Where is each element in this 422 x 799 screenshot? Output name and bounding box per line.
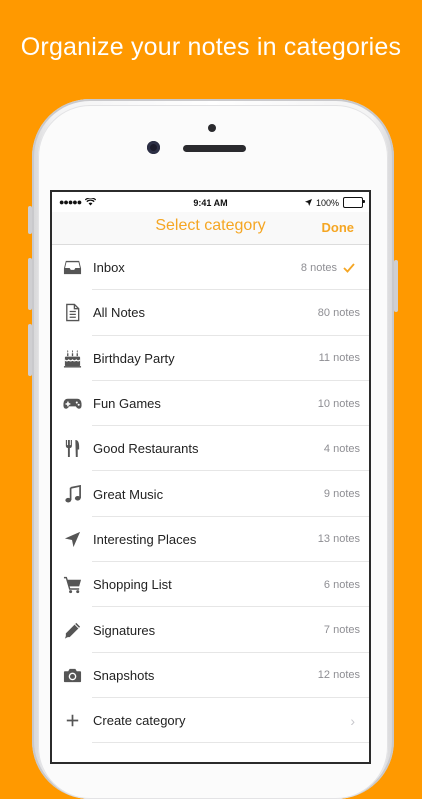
category-count: 6 notes bbox=[323, 578, 360, 591]
category-row-all-notes[interactable]: All Notes 80 notes bbox=[52, 290, 369, 336]
phone-volume-down-button bbox=[28, 324, 32, 376]
chevron-right-icon: › bbox=[350, 712, 355, 729]
category-row-signatures[interactable]: Signatures 7 notes bbox=[52, 607, 369, 653]
status-bar: ●●●●● 9:41 AM 100% bbox=[52, 192, 369, 212]
category-label: Shopping List bbox=[93, 577, 172, 593]
gamepad-icon bbox=[62, 398, 82, 409]
category-count: 10 notes bbox=[317, 397, 360, 410]
category-count: 13 notes bbox=[317, 533, 360, 546]
inbox-icon bbox=[63, 260, 81, 275]
location-arrow-icon bbox=[64, 531, 80, 548]
category-row-shopping-list[interactable]: Shopping List 6 notes bbox=[52, 562, 369, 608]
proximity-sensor bbox=[208, 124, 216, 132]
done-button[interactable]: Done bbox=[322, 220, 355, 235]
status-right: 100% bbox=[304, 197, 365, 208]
front-camera bbox=[147, 141, 160, 154]
category-label: Interesting Places bbox=[93, 531, 197, 547]
fork-knife-icon bbox=[65, 440, 79, 458]
category-count: 8 notes bbox=[300, 261, 337, 274]
location-icon bbox=[304, 199, 312, 206]
phone-volume-up-button bbox=[28, 258, 32, 310]
category-label: Fun Games bbox=[93, 396, 161, 412]
plus-icon bbox=[66, 714, 78, 727]
cake-icon bbox=[63, 349, 81, 368]
category-count: 9 notes bbox=[323, 488, 360, 501]
headline: Organize your notes in categories bbox=[20, 33, 402, 61]
category-row-good-restaurants[interactable]: Good Restaurants 4 notes bbox=[52, 426, 369, 472]
earpiece-speaker bbox=[183, 145, 246, 152]
category-label: Snapshots bbox=[93, 667, 155, 683]
battery-icon bbox=[343, 197, 365, 208]
music-note-icon bbox=[64, 484, 81, 503]
category-row-inbox[interactable]: Inbox 8 notes bbox=[52, 245, 369, 291]
navigation-bar: Select category Done bbox=[52, 212, 369, 245]
category-count: 11 notes bbox=[318, 352, 360, 365]
battery-percent: 100% bbox=[315, 197, 339, 208]
camera-icon bbox=[63, 668, 81, 682]
category-row-snapshots[interactable]: Snapshots 12 notes bbox=[52, 653, 369, 699]
phone-side-button bbox=[28, 206, 32, 234]
category-row-fun-games[interactable]: Fun Games 10 notes bbox=[52, 381, 369, 427]
category-count: 4 notes bbox=[323, 442, 360, 455]
category-label: Good Restaurants bbox=[93, 441, 199, 457]
document-icon bbox=[65, 304, 79, 322]
category-list: Inbox 8 notes All Notes 80 notes Birthda… bbox=[52, 245, 369, 744]
create-category-row[interactable]: Create category › bbox=[52, 698, 369, 744]
phone-power-button bbox=[394, 260, 398, 312]
category-label: All Notes bbox=[93, 305, 146, 321]
category-label: Signatures bbox=[93, 622, 156, 638]
category-row-great-music[interactable]: Great Music 9 notes bbox=[52, 471, 369, 518]
category-count: 12 notes bbox=[317, 669, 360, 682]
category-row-interesting-places[interactable]: Interesting Places 13 notes bbox=[52, 517, 369, 563]
phone-screen: ●●●●● 9:41 AM 100% Select category Done bbox=[52, 192, 369, 762]
category-label: Great Music bbox=[93, 486, 164, 502]
category-row-birthday-party[interactable]: Birthday Party 11 notes bbox=[52, 336, 369, 382]
category-count: 80 notes bbox=[317, 306, 360, 319]
create-category-label: Create category bbox=[93, 713, 186, 729]
category-count: 7 notes bbox=[323, 624, 360, 637]
category-label: Inbox bbox=[93, 260, 125, 276]
cart-icon bbox=[63, 577, 81, 594]
category-label: Birthday Party bbox=[93, 350, 175, 366]
pencil-icon bbox=[64, 622, 80, 639]
checkmark-icon bbox=[343, 263, 355, 273]
